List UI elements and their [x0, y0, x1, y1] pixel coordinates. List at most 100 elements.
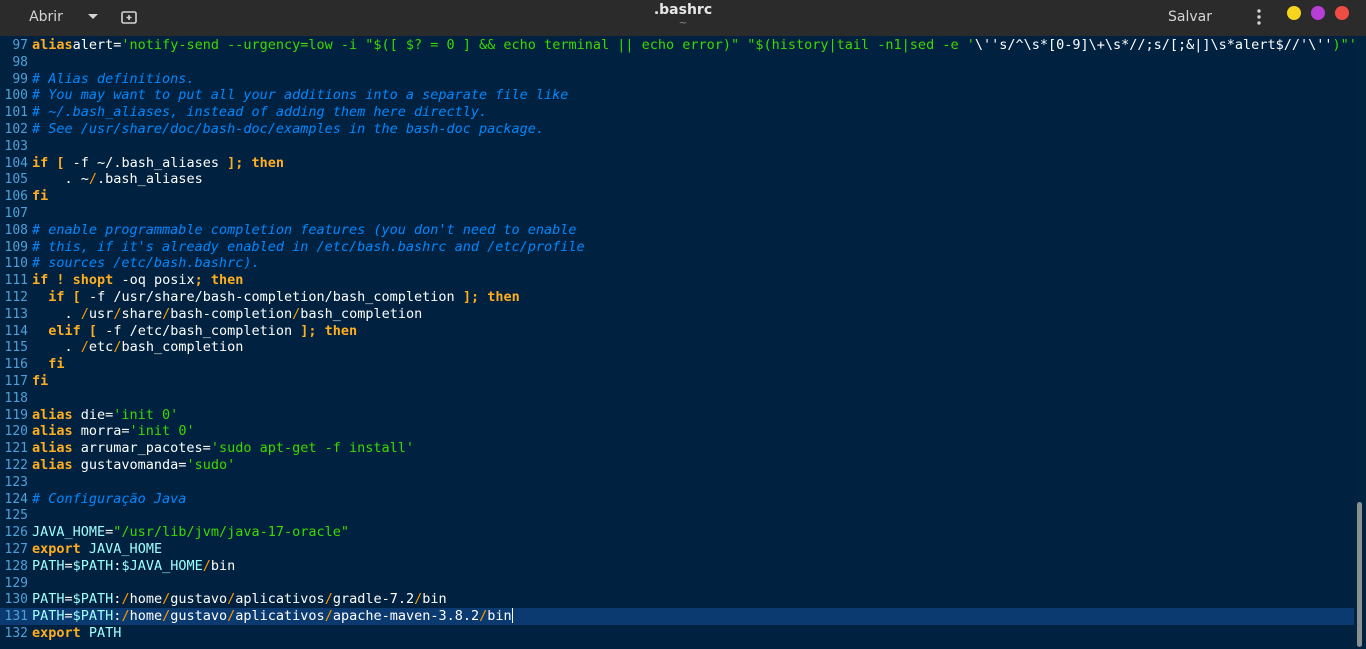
code-line[interactable]: 107: [0, 205, 1354, 222]
code-token: home: [129, 591, 163, 608]
code-token: [: [88, 322, 98, 339]
code-token: if: [32, 272, 49, 289]
code-line[interactable]: 113 . /usr/share/bash-completion/bash_co…: [0, 306, 1354, 323]
line-number: 117: [4, 374, 28, 389]
code-line[interactable]: 111 if ! shopt -oq posix; then: [0, 272, 1354, 289]
code-line[interactable]: 127 export JAVA_HOME: [0, 541, 1354, 558]
code-line[interactable]: 105 . ~/.bash_aliases: [0, 171, 1354, 188]
code-line[interactable]: 121 alias arrumar_pacotes='sudo apt-get -…: [0, 440, 1354, 457]
code-token: . ~: [32, 171, 89, 188]
code-line[interactable]: 119 alias die='init 0': [0, 407, 1354, 424]
maximize-button[interactable]: [1311, 6, 1325, 20]
code-token: [: [72, 289, 81, 305]
code-token: # this, if it's already enabled in /etc/…: [32, 238, 585, 255]
code-token: bash-completion: [170, 305, 293, 322]
code-line[interactable]: 115 . /etc/bash_completion: [0, 339, 1354, 356]
line-number: 124: [4, 491, 28, 507]
code-token: bin: [210, 557, 236, 574]
save-button[interactable]: Salvar: [1160, 4, 1220, 30]
code-token: $JAVA_HOME: [121, 557, 203, 574]
code-token: ; then: [194, 272, 244, 289]
header-bar: Abrir .bashrc ~ Salvar: [0, 0, 1366, 36]
code-text: fi: [32, 356, 64, 373]
line-number: 125: [4, 508, 28, 524]
line-number: 123: [4, 474, 28, 490]
code-line[interactable]: 128 PATH=$PATH:$JAVA_HOME/bin: [0, 558, 1354, 575]
code-token: # enable programmable completion feature…: [32, 221, 577, 238]
line-number: 130: [4, 592, 28, 608]
code-token: morra=: [72, 423, 130, 440]
code-line[interactable]: 117 fi: [0, 373, 1354, 390]
vertical-dots-menu-icon: [1257, 9, 1261, 25]
code-token: bin: [422, 591, 447, 608]
code-token: 'sudo apt-get -f install': [210, 440, 415, 457]
line-number: 113: [4, 306, 28, 322]
code-token: .: [32, 305, 81, 322]
code-token: bash_completion: [121, 339, 244, 356]
code-line[interactable]: 106 fi: [0, 188, 1354, 205]
code-line[interactable]: 124 # Configuração Java: [0, 491, 1354, 508]
code-line[interactable]: 125: [0, 507, 1354, 524]
code-line[interactable]: 114 elif [ -f /etc/bash_completion ]; th…: [0, 323, 1354, 340]
line-number: 118: [4, 390, 28, 406]
code-text: . /usr/share/bash-completion/bash_comple…: [32, 305, 423, 323]
code-token: -f ~/.bash_aliases: [64, 154, 228, 171]
code-line[interactable]: 122 alias gustavomanda='sudo': [0, 457, 1354, 474]
code-token: PATH: [32, 557, 65, 574]
code-line[interactable]: 126 JAVA_HOME="/usr/lib/jvm/java-17-oracl…: [0, 524, 1354, 541]
code-line[interactable]: 118: [0, 390, 1354, 407]
close-button[interactable]: [1335, 6, 1349, 20]
line-number: 112: [4, 290, 28, 305]
code-line[interactable]: 99 # Alias definitions.: [0, 71, 1354, 88]
code-line[interactable]: 101 # ~/.bash_aliases, instead of adding …: [0, 104, 1354, 121]
code-line[interactable]: 131 PATH=$PATH:/home/gustavo/aplicativos/…: [0, 608, 1354, 626]
code-line[interactable]: 129: [0, 575, 1354, 592]
code-line[interactable]: 112 if [ -f /usr/share/bash-completion/b…: [0, 289, 1354, 306]
code-line[interactable]: 123: [0, 474, 1354, 491]
line-number: 120: [4, 424, 28, 440]
code-line[interactable]: 98: [0, 54, 1354, 71]
code-token: =: [64, 591, 73, 608]
code-token: bin: [487, 608, 512, 625]
code-line[interactable]: 120 alias morra='init 0': [0, 423, 1354, 440]
code-token: export: [32, 625, 81, 641]
code-text: # enable programmable completion feature…: [32, 222, 577, 239]
code-line[interactable]: 109 # this, if it's already enabled in /e…: [0, 239, 1354, 256]
code-line[interactable]: 116 fi: [0, 356, 1354, 373]
code-token: PATH: [32, 591, 65, 608]
code-line[interactable]: 132 export PATH: [0, 625, 1354, 642]
code-line[interactable]: 108 # enable programmable completion feat…: [0, 222, 1354, 239]
line-number: 109: [4, 239, 28, 255]
code-token: =: [64, 608, 73, 625]
code-token: JAVA_HOME: [88, 541, 163, 557]
document-title: .bashrc: [653, 2, 713, 18]
code-line[interactable]: 104 if [ -f ~/.bash_aliases ]; then: [0, 155, 1354, 172]
code-editor[interactable]: 97 aliasalert='notify-send --urgency=low …: [0, 36, 1366, 649]
new-document-button[interactable]: [118, 6, 140, 28]
code-token: .bash_aliases: [97, 171, 203, 188]
code-text: alias morra='init 0': [32, 423, 195, 440]
code-line[interactable]: 100 # You may want to put all your additi…: [0, 87, 1354, 104]
code-token: -f /etc/bash_completion: [97, 322, 301, 339]
code-line[interactable]: 102 # See /usr/share/doc/bash-doc/example…: [0, 121, 1354, 138]
code-line[interactable]: 97 aliasalert='notify-send --urgency=low …: [0, 37, 1357, 54]
code-token: /: [88, 171, 98, 188]
code-text: alias gustavomanda='sudo': [32, 457, 235, 474]
code-token: /: [80, 339, 89, 356]
minimize-button[interactable]: [1287, 6, 1301, 20]
code-line[interactable]: 130 PATH=$PATH:/home/gustavo/aplicativos/…: [0, 591, 1354, 608]
code-token: share: [121, 305, 163, 322]
code-token: gustavomanda=: [72, 457, 187, 473]
scrollbar-thumb[interactable]: [1357, 502, 1362, 647]
code-token: .: [32, 339, 81, 356]
code-line[interactable]: 110 # sources /etc/bash.bashrc).: [0, 255, 1354, 272]
code-token: # Configuração Java: [32, 490, 187, 507]
code-token: elif: [48, 322, 81, 339]
open-button[interactable]: Abrir: [14, 4, 78, 30]
code-token: if: [48, 289, 65, 305]
open-recent-dropdown-button[interactable]: [82, 6, 104, 28]
code-line[interactable]: 103: [0, 138, 1354, 155]
menu-button[interactable]: [1250, 6, 1268, 28]
